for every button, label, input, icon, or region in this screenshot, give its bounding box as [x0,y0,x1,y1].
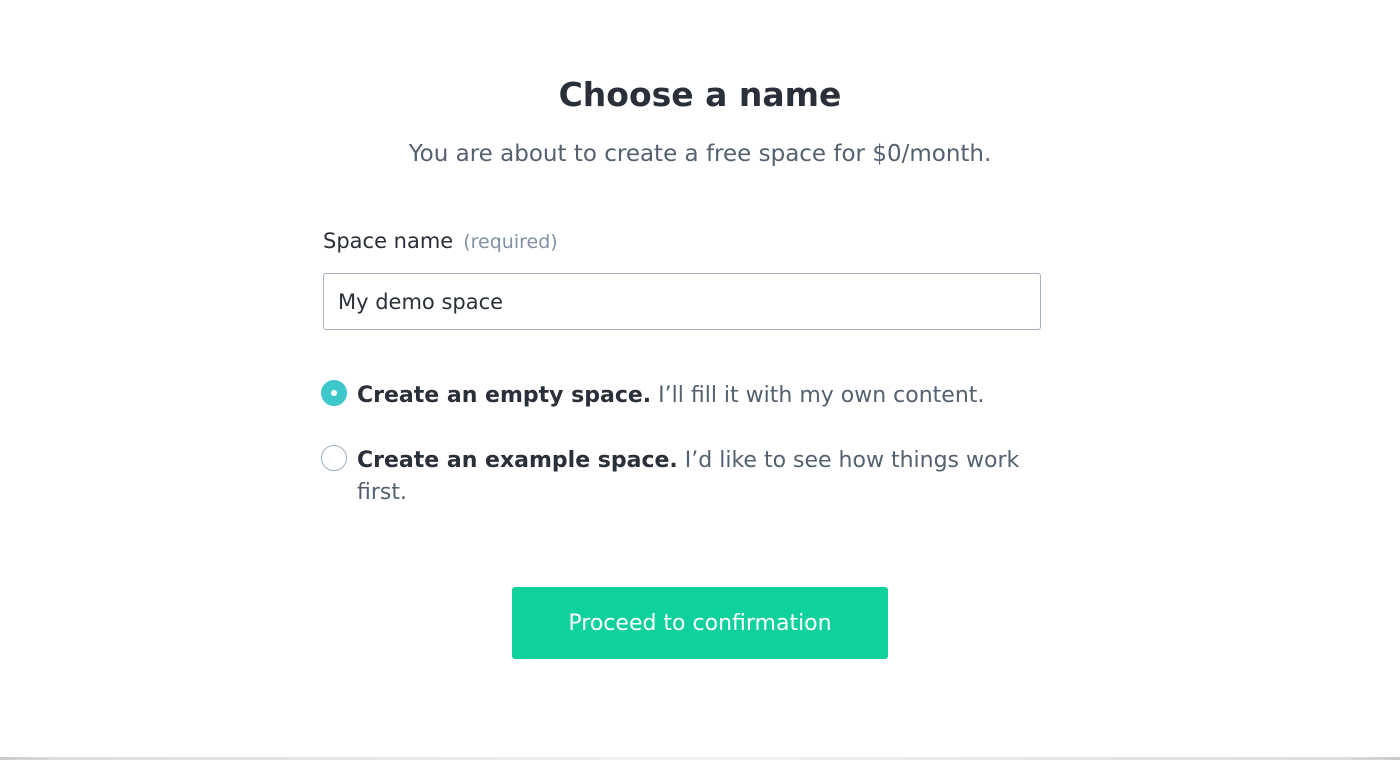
space-name-label: Space name (required) [323,226,558,257]
option-empty-space[interactable]: Create an empty space. I’ll fill it with… [321,380,1041,412]
radio-selected-dot [331,390,337,396]
proceed-to-confirmation-button[interactable]: Proceed to confirmation [512,587,888,659]
create-space-page: Choose a name You are about to create a … [0,0,1400,760]
option-empty-space-description: I’ll fill it with my own content. [658,383,985,408]
page-subtitle: You are about to create a free space for… [408,141,992,167]
option-example-space[interactable]: Create an example space. I’d like to see… [321,445,1041,509]
option-example-space-title: Create an example space. [357,448,678,473]
empty-space-radio[interactable] [321,380,347,406]
option-empty-space-text: Create an empty space. I’ll fill it with… [357,380,984,412]
space-name-label-text: Space name [323,229,454,253]
space-name-input[interactable] [323,273,1041,330]
page-title: Choose a name [558,75,842,114]
example-space-radio[interactable] [321,445,347,471]
option-empty-space-title: Create an empty space. [357,383,652,408]
option-example-space-text: Create an example space. I’d like to see… [357,445,1041,509]
required-hint: (required) [463,231,558,253]
